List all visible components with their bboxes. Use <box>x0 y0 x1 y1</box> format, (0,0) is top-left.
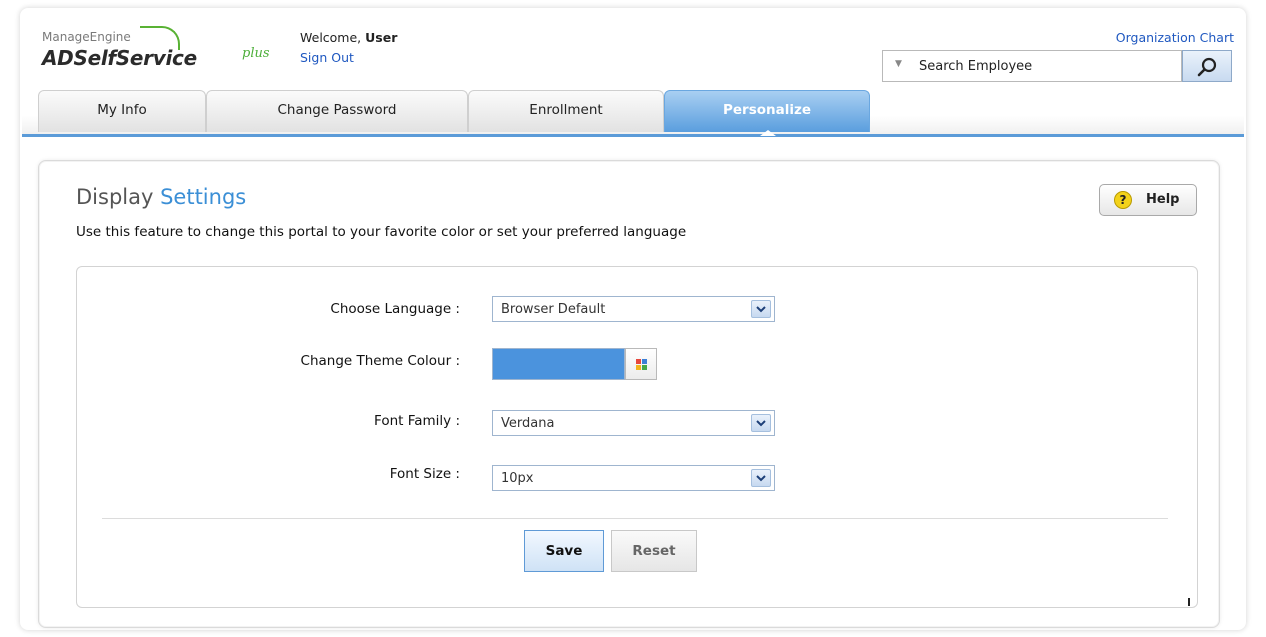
welcome-prefix: Welcome, <box>300 30 366 45</box>
page-description: Use this feature to change this portal t… <box>76 224 687 240</box>
sign-out-link[interactable]: Sign Out <box>300 50 354 65</box>
theme-colour-swatch[interactable] <box>492 348 625 380</box>
organization-chart-link[interactable]: Organization Chart <box>1116 30 1234 45</box>
font-family-select[interactable]: Verdana <box>492 410 775 436</box>
tab-enrollment-label: Enrollment <box>529 102 603 118</box>
help-button[interactable]: ? Help <box>1099 184 1197 216</box>
logo-product: ADSelfService <box>42 46 197 70</box>
font-family-label: Font Family : <box>374 413 460 429</box>
font-size-select[interactable]: 10px <box>492 465 775 491</box>
save-button[interactable]: Save <box>524 530 604 572</box>
logo-plus: plus <box>242 46 270 61</box>
resize-handle <box>1188 598 1190 606</box>
page-title-part1: Display <box>76 185 161 209</box>
search-employee-input[interactable]: ▼ Search Employee <box>882 50 1182 82</box>
search-dropdown-icon[interactable]: ▼ <box>895 59 902 69</box>
search-button[interactable] <box>1182 50 1232 82</box>
reset-button[interactable]: Reset <box>611 530 697 572</box>
logo-vendor: ManageEngine <box>42 30 131 44</box>
tab-my-info-label: My Info <box>97 102 147 118</box>
page-title: Display Settings <box>76 185 246 209</box>
choose-language-select[interactable]: Browser Default <box>492 296 775 322</box>
chevron-down-icon[interactable] <box>751 469 771 487</box>
search-placeholder: Search Employee <box>919 59 1033 74</box>
tab-change-password[interactable]: Change Password <box>206 90 468 132</box>
tab-my-info[interactable]: My Info <box>38 90 206 132</box>
font-size-value: 10px <box>501 471 534 486</box>
tab-bar: My Info Change Password Enrollment Perso… <box>22 88 1244 137</box>
welcome-user: User <box>365 30 398 45</box>
form-divider <box>102 518 1168 519</box>
help-icon: ? <box>1114 191 1132 209</box>
tab-personalize[interactable]: Personalize <box>664 90 870 132</box>
active-tab-pointer <box>760 130 776 136</box>
page-title-part2: Settings <box>160 185 247 209</box>
choose-language-label: Choose Language : <box>330 301 460 317</box>
chevron-down-icon[interactable] <box>751 300 771 318</box>
font-family-value: Verdana <box>501 416 555 431</box>
search-icon <box>1197 57 1217 77</box>
tab-change-password-label: Change Password <box>277 102 397 118</box>
theme-colour-label: Change Theme Colour : <box>300 353 460 369</box>
welcome-text: Welcome, User <box>300 30 397 45</box>
chevron-down-icon[interactable] <box>751 414 771 432</box>
font-size-label: Font Size : <box>389 466 460 482</box>
choose-language-value: Browser Default <box>501 302 606 317</box>
help-label: Help <box>1146 192 1180 207</box>
tab-personalize-label: Personalize <box>722 102 811 118</box>
color-picker-button[interactable] <box>625 348 657 380</box>
tab-enrollment[interactable]: Enrollment <box>468 90 664 132</box>
